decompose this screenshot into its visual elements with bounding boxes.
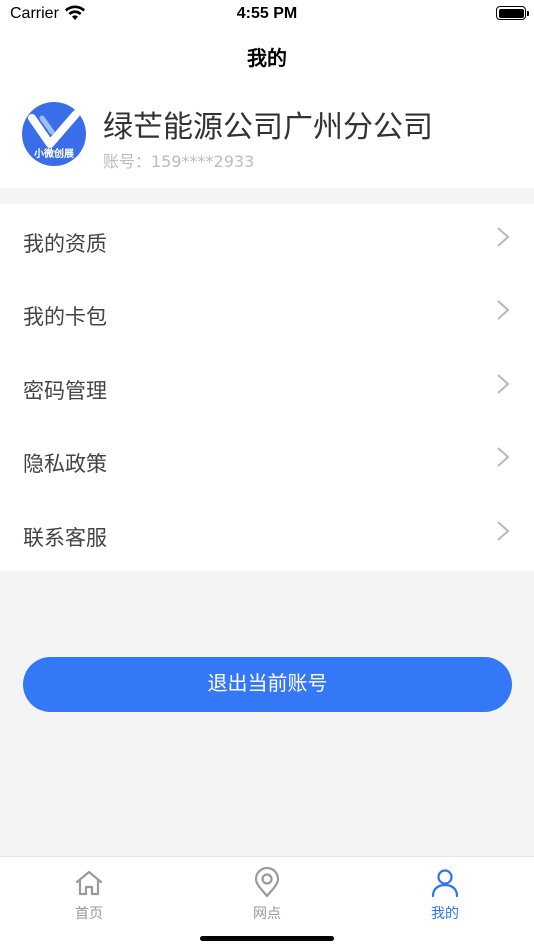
menu-item-label: 我的卡包 <box>23 305 107 330</box>
tab-label: 我的 <box>431 906 459 922</box>
menu-item-password[interactable]: 密码管理 <box>0 351 534 424</box>
logout-button[interactable]: 退出当前账号 <box>23 657 512 712</box>
home-indicator <box>200 936 334 941</box>
tab-outlets[interactable]: 网点 <box>178 857 356 927</box>
page-title: 我的 <box>247 46 287 70</box>
menu-item-label: 隐私政策 <box>23 452 107 477</box>
chevron-right-icon <box>497 227 510 247</box>
menu-list: 我的资质 我的卡包 密码管理 隐私政策 联系客服 <box>0 204 534 571</box>
menu-item-label: 密码管理 <box>23 378 107 403</box>
menu-item-qualification[interactable]: 我的资质 <box>0 204 534 277</box>
status-bar: Carrier 4:55 PM <box>0 0 534 28</box>
company-name: 绿芒能源公司广州分公司 <box>103 110 433 145</box>
tab-home[interactable]: 首页 <box>0 857 178 927</box>
clock: 4:55 PM <box>236 5 298 22</box>
menu-item-label: 我的资质 <box>23 232 107 256</box>
tab-label: 网点 <box>253 906 281 922</box>
menu-item-privacy-policy[interactable]: 隐私政策 <box>0 424 534 497</box>
chevron-right-icon <box>497 374 510 394</box>
menu-item-card-wallet[interactable]: 我的卡包 <box>0 277 534 350</box>
location-pin-icon <box>254 867 280 898</box>
home-icon <box>75 870 103 896</box>
tab-mine[interactable]: 我的 <box>356 857 534 927</box>
tab-label: 首页 <box>75 906 103 922</box>
avatar: 小微创展 <box>22 102 86 166</box>
chevron-right-icon <box>497 520 510 541</box>
menu-item-label: 联系客服 <box>23 525 107 550</box>
battery-icon <box>496 6 529 20</box>
chevron-right-icon <box>497 300 510 321</box>
chevron-right-icon <box>497 447 510 467</box>
profile-card: 小微创展 绿芒能源公司广州分公司 账号：159****2933 <box>0 84 534 188</box>
user-icon <box>431 869 459 898</box>
menu-item-customer-service[interactable]: 联系客服 <box>0 498 534 571</box>
navigation-bar: 我的 <box>0 28 534 84</box>
account-number: 账号：159****2933 <box>103 152 255 171</box>
avatar-logo-text: 小微创展 <box>34 149 74 160</box>
